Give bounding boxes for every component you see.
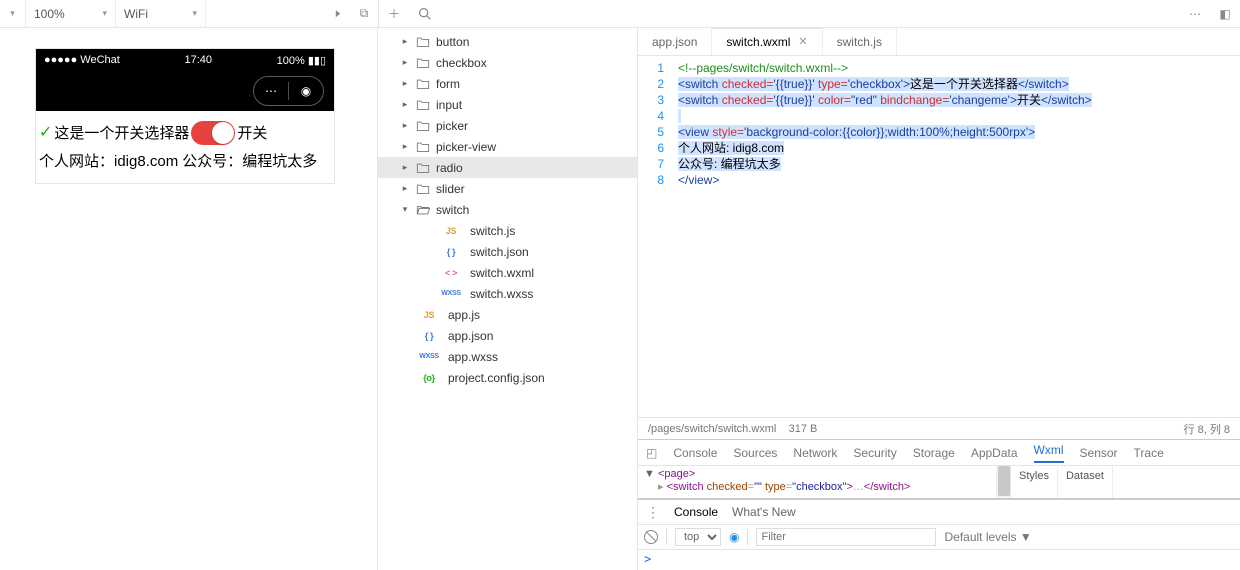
simulator-panel: ●●●●● WeChat 17:40 100% ▮▮▯ ⋯ ◉ ✓ 这是一个开关… [0,28,378,570]
zoom-dropdown[interactable]: 100%▾ [26,0,116,27]
clear-console-icon[interactable] [644,530,658,544]
file-app-js[interactable]: JSapp.js [378,304,637,325]
wxml-tree[interactable]: ▼ <page> ▸ <switch checked="" type="chec… [638,466,996,498]
mute-icon[interactable]: 🕨 [322,0,350,28]
devtools-tab-network[interactable]: Network [793,446,837,460]
folder-picker[interactable]: ▸picker [378,115,637,136]
checkbox-checked-icon[interactable]: ✓ [39,119,52,148]
status-bar: /pages/switch/switch.wxml 317 B 行 8, 列 8 [638,417,1240,439]
inspect-icon[interactable]: ◰ [646,446,657,460]
dataset-tab[interactable]: Dataset [1058,466,1113,498]
tab-switch-wxml[interactable]: switch.wxml✕ [712,28,822,55]
capsule-close-icon[interactable]: ◉ [289,77,323,105]
tab-app-json[interactable]: app.json [638,28,712,55]
folder-icon [416,77,430,91]
file-project-config-json[interactable]: {o}project.config.json [378,367,637,388]
drawer-tab-console[interactable]: Console [674,505,718,519]
file-switch-js[interactable]: JSswitch.js [378,220,637,241]
zoom-value: 100% [34,7,65,21]
tab-switch-js[interactable]: switch.js [823,28,897,55]
devtools-tab-appdata[interactable]: AppData [971,446,1018,460]
network-value: WiFi [124,7,148,21]
switch-label: 开关 [237,120,267,147]
console-filter-input[interactable] [756,528,936,546]
file-type-icon: WXSS [438,290,464,297]
drawer-tab-whatsnew[interactable]: What's New [732,505,796,519]
status-time: 17:40 [184,54,212,66]
folder-icon [416,161,430,175]
styles-tab[interactable]: Styles [1011,466,1058,498]
file-type-icon: JS [438,226,464,236]
file-app-wxss[interactable]: WXSSapp.wxss [378,346,637,367]
file-switch-wxss[interactable]: WXSSswitch.wxss [378,283,637,304]
device-dropdown[interactable]: ▾ [0,0,26,27]
folder-slider[interactable]: ▸slider [378,178,637,199]
devtools-tab-wxml[interactable]: Wxml [1034,443,1064,463]
devtools-tab-trace[interactable]: Trace [1134,446,1164,460]
code-editor[interactable]: 12345678 <!--pages/switch/switch.wxml-->… [638,56,1240,417]
split-icon[interactable]: ◧ [1210,0,1240,28]
close-icon[interactable]: ✕ [798,35,807,48]
folder-picker-view[interactable]: ▸picker-view [378,136,637,157]
checkbox-label: 这是一个开关选择器 [54,120,189,147]
devtools-scrollbar[interactable] [996,466,1010,498]
folder-checkbox[interactable]: ▸checkbox [378,52,637,73]
file-type-icon: < > [438,268,464,278]
folder-open-icon [416,203,430,217]
file-type-icon: { } [438,247,464,257]
carrier-label: ●●●●● WeChat [44,54,120,66]
detach-icon[interactable]: ⧉ [350,0,378,28]
folder-input[interactable]: ▸input [378,94,637,115]
folder-icon [416,35,430,49]
file-type-icon: {o} [416,373,442,383]
devtools-tab-sensor[interactable]: Sensor [1080,446,1118,460]
console-input[interactable]: > [638,550,1240,570]
folder-form[interactable]: ▸form [378,73,637,94]
editor-tabs: app.jsonswitch.wxml✕switch.js [638,28,1240,56]
capsule-menu-icon[interactable]: ⋯ [254,77,288,105]
folder-radio[interactable]: ▸radio [378,157,637,178]
file-switch-wxml[interactable]: < >switch.wxml [378,262,637,283]
file-type-icon: WXSS [416,353,442,360]
search-icon[interactable] [409,0,439,28]
file-app-json[interactable]: { }app.json [378,325,637,346]
folder-icon [416,182,430,196]
folder-icon [416,56,430,70]
devtools-tab-sources[interactable]: Sources [733,446,777,460]
devtools-tab-console[interactable]: Console [673,446,717,460]
file-type-icon: JS [416,310,442,320]
devtools-tab-security[interactable]: Security [853,446,896,460]
site-label: 个人网站：idig8.com [39,148,178,175]
switch-toggle[interactable] [191,121,235,145]
status-size: 317 B [789,423,818,435]
status-path: /pages/switch/switch.wxml [648,423,776,435]
folder-icon [416,140,430,154]
folder-switch[interactable]: ▾switch [378,199,637,220]
drawer-tabs: ⋮ Console What's New [638,498,1240,524]
drawer-menu-icon[interactable]: ⋮ [646,504,660,521]
folder-icon [416,98,430,112]
folder-button[interactable]: ▸button [378,31,637,52]
context-select[interactable]: top [675,528,721,546]
battery-label: 100% ▮▮▯ [277,54,326,67]
folder-icon [416,119,430,133]
status-cursor: 行 8, 列 8 [1184,421,1230,437]
add-file-icon[interactable]: ＋ [379,0,409,28]
devtools-tab-storage[interactable]: Storage [913,446,955,460]
file-type-icon: { } [416,331,442,341]
network-dropdown[interactable]: WiFi▾ [116,0,206,27]
phone-frame: ●●●●● WeChat 17:40 100% ▮▮▯ ⋯ ◉ ✓ 这是一个开关… [35,48,335,184]
file-switch-json[interactable]: { }switch.json [378,241,637,262]
more-icon[interactable]: ⋯ [1180,0,1210,28]
file-explorer: ▸button▸checkbox▸form▸input▸picker▸picke… [378,28,638,570]
pub-label: 公众号：编程坑太多 [182,148,317,175]
log-levels-dropdown[interactable]: Default levels ▼ [944,530,1031,544]
devtools-panel: ◰ Console Sources Network Security Storage Ap… [638,439,1240,498]
